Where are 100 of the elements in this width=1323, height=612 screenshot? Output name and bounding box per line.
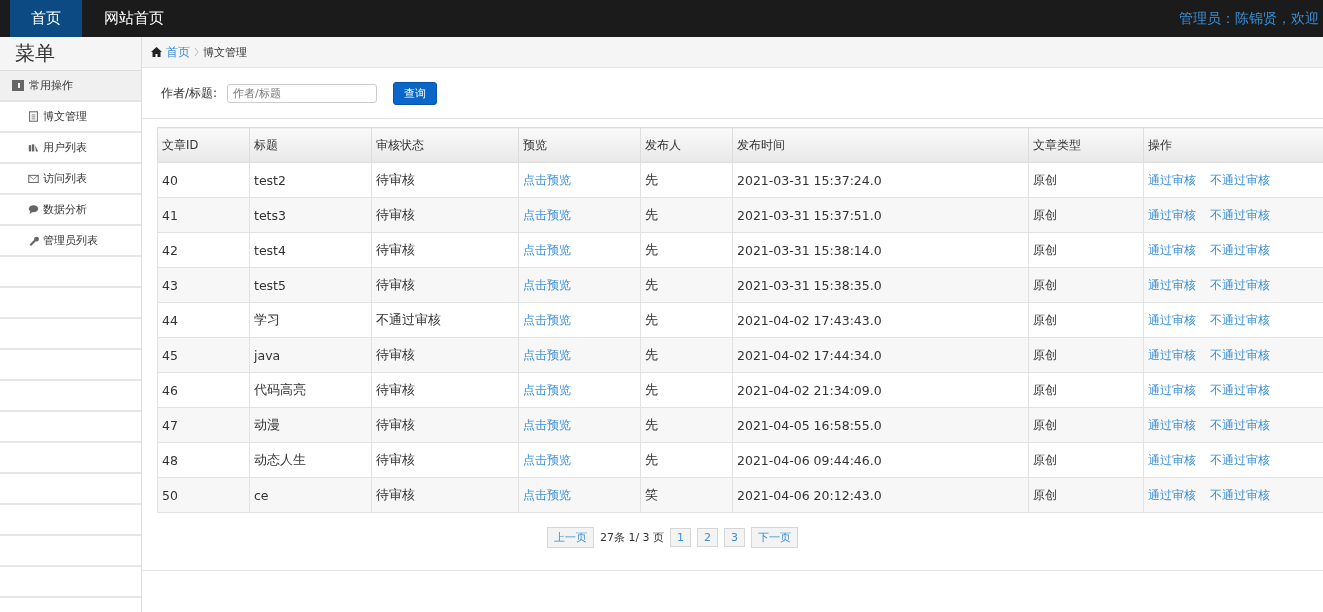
table-cell: 动态人生 — [249, 442, 372, 478]
reject-link[interactable]: 不通过审核 — [1210, 381, 1270, 399]
table-cell: 2021-04-02 17:44:34.0 — [732, 337, 1029, 373]
approve-link[interactable]: 通过审核 — [1148, 241, 1196, 259]
table-cell: 动漫 — [249, 407, 372, 443]
preview-link[interactable]: 点击预览 — [523, 382, 571, 397]
column-header: 发布时间 — [732, 127, 1029, 163]
search-label: 作者/标题: — [161, 84, 218, 102]
preview-link[interactable]: 点击预览 — [523, 417, 571, 432]
search-field[interactable]: 作者/标题 — [227, 83, 378, 103]
preview-link[interactable]: 点击预览 — [523, 487, 571, 502]
table-cell: 先 — [640, 337, 733, 373]
table-cell: tets3 — [249, 197, 372, 233]
table-cell: 2021-03-31 15:37:24.0 — [732, 162, 1029, 198]
table-cell: 先 — [640, 302, 733, 338]
list-icon — [12, 80, 24, 91]
column-header: 标题 — [249, 127, 372, 163]
nav-tab[interactable]: 首页 — [10, 0, 82, 37]
table-cell: 待审核 — [371, 267, 519, 303]
approve-link[interactable]: 通过审核 — [1148, 451, 1196, 469]
table-cell: 2021-04-05 16:58:55.0 — [732, 407, 1029, 443]
preview-link[interactable]: 点击预览 — [523, 452, 571, 467]
reject-link[interactable]: 不通过审核 — [1210, 206, 1270, 224]
page-number-button[interactable]: 1 — [670, 528, 692, 547]
next-page-button[interactable]: 下一页 — [751, 527, 799, 548]
approve-link[interactable]: 通过审核 — [1148, 311, 1196, 329]
table-cell: 2021-03-31 15:37:51.0 — [732, 197, 1029, 233]
reject-link[interactable]: 不通过审核 — [1210, 416, 1270, 434]
sidebar-item[interactable]: 用户列表 — [0, 133, 141, 164]
table-cell: 46 — [157, 372, 250, 408]
table-cell: 原创 — [1028, 477, 1144, 513]
table-cell: 待审核 — [371, 197, 519, 233]
envelope-icon — [28, 173, 39, 184]
table-cell: 2021-04-02 21:34:09.0 — [732, 372, 1029, 408]
column-header: 预览 — [518, 127, 641, 163]
table-cell: 先 — [640, 267, 733, 303]
table-cell: 2021-04-06 09:44:46.0 — [732, 442, 1029, 478]
approve-link[interactable]: 通过审核 — [1148, 486, 1196, 504]
table-cell: 先 — [640, 407, 733, 443]
column-header: 操作 — [1143, 127, 1323, 163]
table-cell: test4 — [249, 232, 372, 268]
table-cell: 代码高亮 — [249, 372, 372, 408]
table-cell: 45 — [157, 337, 250, 373]
table-cell: 2021-03-31 15:38:35.0 — [732, 267, 1029, 303]
user-greeting: 管理员：陈锦贤，欢迎 — [1179, 8, 1320, 28]
approve-link[interactable]: 通过审核 — [1148, 276, 1196, 294]
chevron-icon — [194, 48, 199, 56]
table-cell: 40 — [157, 162, 250, 198]
table-cell: 原创 — [1028, 197, 1144, 233]
table-cell: 50 — [157, 477, 250, 513]
reject-link[interactable]: 不通过审核 — [1210, 486, 1270, 504]
table-cell: 原创 — [1028, 442, 1144, 478]
reject-link[interactable]: 不通过审核 — [1210, 346, 1270, 364]
nav-tab[interactable]: 网站首页 — [82, 0, 186, 37]
approve-link[interactable]: 通过审核 — [1148, 171, 1196, 189]
table-cell: java — [249, 337, 372, 373]
table-cell: 2021-03-31 15:38:14.0 — [732, 232, 1029, 268]
sidebar-item[interactable]: 博文管理 — [0, 102, 141, 133]
table-cell: 41 — [157, 197, 250, 233]
table-cell: 原创 — [1028, 337, 1144, 373]
table-cell: 48 — [157, 442, 250, 478]
preview-link[interactable]: 点击预览 — [523, 242, 571, 257]
table-cell: 47 — [157, 407, 250, 443]
sidebar-item[interactable]: 访问列表 — [0, 164, 141, 195]
reject-link[interactable]: 不通过审核 — [1210, 276, 1270, 294]
approve-link[interactable]: 通过审核 — [1148, 416, 1196, 434]
table-cell: 2021-04-06 20:12:43.0 — [732, 477, 1029, 513]
reject-link[interactable]: 不通过审核 — [1210, 241, 1270, 259]
column-header: 文章类型 — [1028, 127, 1144, 163]
sidebar-item[interactable]: 管理员列表 — [0, 226, 141, 257]
table-cell: 待审核 — [371, 162, 519, 198]
sidebar-group[interactable]: 常用操作 — [0, 71, 141, 102]
speech-bubble-icon — [28, 204, 39, 215]
table-cell: 先 — [640, 162, 733, 198]
table-cell: 待审核 — [371, 477, 519, 513]
page-number-button[interactable]: 3 — [724, 528, 746, 547]
preview-link[interactable]: 点击预览 — [523, 172, 571, 187]
table-cell: 先 — [640, 197, 733, 233]
document-icon — [28, 111, 39, 122]
table-cell: 先 — [640, 442, 733, 478]
page-number-button[interactable]: 2 — [697, 528, 719, 547]
table-cell: 待审核 — [371, 337, 519, 373]
preview-link[interactable]: 点击预览 — [523, 312, 571, 327]
breadcrumb-link[interactable]: 首页 — [166, 43, 190, 61]
preview-link[interactable]: 点击预览 — [523, 277, 571, 292]
preview-link[interactable]: 点击预览 — [523, 207, 571, 222]
table-cell: 原创 — [1028, 162, 1144, 198]
reject-link[interactable]: 不通过审核 — [1210, 451, 1270, 469]
books-icon — [28, 142, 39, 153]
sidebar-item[interactable]: 数据分析 — [0, 195, 141, 226]
table-cell: 42 — [157, 232, 250, 268]
query-button[interactable]: 查询 — [393, 81, 438, 105]
table-cell: 笑 — [640, 477, 733, 513]
reject-link[interactable]: 不通过审核 — [1210, 171, 1270, 189]
approve-link[interactable]: 通过审核 — [1148, 381, 1196, 399]
reject-link[interactable]: 不通过审核 — [1210, 311, 1270, 329]
approve-link[interactable]: 通过审核 — [1148, 346, 1196, 364]
approve-link[interactable]: 通过审核 — [1148, 206, 1196, 224]
preview-link[interactable]: 点击预览 — [523, 347, 571, 362]
prev-page-button[interactable]: 上一页 — [546, 527, 594, 548]
